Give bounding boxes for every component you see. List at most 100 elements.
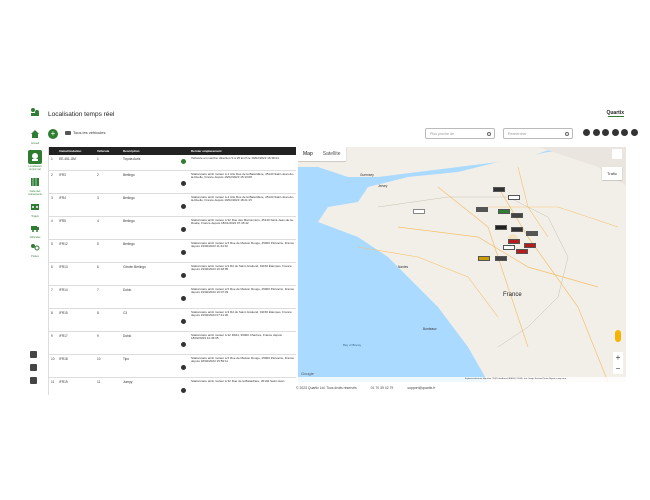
map-vehicle-marker[interactable]	[495, 256, 507, 261]
parked-status-icon	[180, 387, 186, 393]
row-description: Citroën Berlingo	[121, 262, 177, 286]
table-row[interactable]: 7 IFR14 7 Doblo Stationnaire arrêt moteur à …	[49, 285, 296, 309]
row-vehicle: 2	[95, 170, 121, 194]
settings-icon[interactable]	[30, 377, 37, 384]
row-status	[177, 377, 189, 395]
row-index: 11	[49, 377, 57, 395]
map-view[interactable]: Map Satellite Trafic + − Guernsey Jersey…	[298, 147, 626, 382]
row-status	[177, 354, 189, 378]
col-header-index[interactable]	[49, 147, 57, 155]
row-index: 3	[49, 193, 57, 217]
sidebar-item-vehicules[interactable]: Véhicules	[26, 221, 44, 239]
table-row[interactable]: 5 IFR12 5 Berlingo Stationnaire arrêt moteur…	[49, 239, 296, 263]
map-vehicle-marker[interactable]	[511, 227, 523, 232]
row-index: 2	[49, 170, 57, 194]
add-button[interactable]: +	[48, 129, 58, 139]
fullscreen-button[interactable]	[612, 149, 622, 159]
row-status	[177, 262, 189, 286]
map-vehicle-marker[interactable]	[413, 209, 425, 214]
row-plate: IFR14	[57, 285, 95, 309]
sidebar-item-accueil[interactable]: Accueil	[26, 127, 44, 145]
row-description: Berlingo	[121, 170, 177, 194]
export-icon[interactable]	[592, 129, 600, 136]
email-icon[interactable]	[621, 129, 628, 136]
row-location: Véhicule en marche: direction S à 25 km/…	[189, 155, 296, 171]
sidebar-item-postes[interactable]: Postes	[26, 240, 44, 258]
table-row[interactable]: 2 IFR3 2 Berlingo Stationnaire arrêt moteur …	[49, 170, 296, 194]
map-vehicle-marker[interactable]	[498, 209, 510, 214]
map-vehicle-marker[interactable]	[516, 249, 528, 254]
col-header-description[interactable]: Description	[121, 147, 177, 155]
map-vehicle-marker[interactable]	[511, 213, 523, 218]
map-vehicle-marker[interactable]	[503, 245, 515, 250]
sidebar-item-trajets[interactable]: Trajets	[26, 200, 44, 218]
sidebar-item-carte[interactable]: Carte des événements	[26, 175, 44, 196]
copyright-text: © 2023 Quartix Ltd. Tous droits réservés	[296, 386, 357, 390]
map-label-biscay: Bay of Biscay	[343, 343, 362, 347]
search-icon	[565, 132, 569, 136]
col-header-status[interactable]	[177, 147, 189, 155]
map-vehicle-marker[interactable]	[478, 256, 490, 261]
location-icon	[28, 150, 42, 164]
traffic-button[interactable]: Trafic	[602, 167, 622, 180]
app-window: Accueil Localisation temps réel Carte de…	[26, 105, 638, 395]
vehicle-filter[interactable]: Tous les véhicules	[65, 130, 105, 135]
nearest-search-input[interactable]: Plus proche de	[425, 128, 495, 139]
map-vehicle-marker[interactable]	[495, 225, 507, 230]
row-vehicle: 6	[95, 262, 121, 286]
vehicles-icon	[65, 130, 71, 135]
table-row[interactable]: 4 IFR5 4 Berlingo Stationnaire arrêt moteur …	[49, 216, 296, 240]
poi-icon	[28, 240, 42, 254]
help-icon[interactable]	[630, 129, 638, 136]
row-plate: IFR5	[57, 216, 95, 240]
row-description: Doblo	[121, 285, 177, 309]
sidebar-item-localisation[interactable]: Localisation temps réel	[26, 150, 44, 171]
search-input[interactable]: Rechercher	[503, 128, 573, 139]
table-row[interactable]: 3 IFR4 3 Berlingo Stationnaire arrêt moteur …	[49, 193, 296, 217]
table-row[interactable]: 1 EE-451-GM 1 Toyota Auris Véhicule en march…	[49, 155, 296, 171]
book-icon[interactable]	[30, 364, 37, 371]
col-header-vehicle[interactable]: Véhicule	[95, 147, 121, 155]
refresh-icon[interactable]	[583, 129, 590, 136]
phone-link[interactable]: 01 70 39 42 79	[371, 386, 394, 390]
columns-icon[interactable]	[611, 129, 619, 136]
table-row[interactable]: 10 IFR18 10 Tipo Stationnaire arrêt moteur à…	[49, 354, 296, 378]
map-vehicle-marker[interactable]	[526, 231, 538, 236]
map-vehicle-marker[interactable]	[524, 243, 536, 248]
table-row[interactable]: 6 IFR13 6 Citroën Berlingo Stationnaire arrê…	[49, 262, 296, 286]
map-vehicle-marker[interactable]	[508, 195, 520, 200]
row-description: Tipo	[121, 354, 177, 378]
map-vehicle-marker[interactable]	[508, 239, 520, 244]
row-plate: IFR18	[57, 354, 95, 378]
sidebar-item-logo[interactable]	[26, 105, 44, 119]
email-link[interactable]: support@quartix.fr	[407, 386, 435, 390]
page-footer: © 2023 Quartix Ltd. Tous droits réservés…	[296, 386, 435, 390]
street-view-pegman-icon[interactable]	[615, 330, 621, 342]
row-location: Stationnaire arrêt moteur à 5 Rue de Mai…	[189, 239, 296, 263]
user-icon[interactable]	[30, 351, 37, 358]
row-index: 8	[49, 308, 57, 332]
zoom-out-button[interactable]: −	[613, 363, 623, 374]
table-header: Immatriculation Véhicule Description Der…	[49, 147, 296, 155]
map-vehicle-marker[interactable]	[476, 207, 488, 212]
print-icon[interactable]	[602, 129, 609, 136]
map-label-jersey: Jersey	[378, 184, 388, 188]
table-row[interactable]: 8 IFR15 8 C3 Stationnaire arrêt moteur à 9 R…	[49, 308, 296, 332]
tab-map[interactable]: Map	[298, 147, 318, 161]
toolbar-icon-group	[583, 129, 638, 136]
row-status	[177, 170, 189, 194]
row-description: Berlingo	[121, 216, 177, 240]
zoom-in-button[interactable]: +	[613, 352, 623, 363]
col-header-plate[interactable]: Immatriculation	[57, 147, 95, 155]
row-vehicle: 8	[95, 308, 121, 332]
parked-status-icon	[180, 226, 186, 232]
table-row[interactable]: 9 IFR17 9 Doblo Stationnaire arrêt moteur à …	[49, 331, 296, 355]
tab-satellite[interactable]: Satellite	[318, 147, 346, 161]
table-row[interactable]: 11 IFR19 11 Jumpy Stationnaire arrêt moteur …	[49, 377, 296, 395]
map-vehicle-marker[interactable]	[493, 187, 505, 192]
row-location: Stationnaire arrêt moteur à 5 Rue de Mai…	[189, 285, 296, 309]
col-header-location[interactable]: Dernier emplacement	[189, 147, 296, 155]
row-plate: IFR17	[57, 331, 95, 355]
vehicle-table: Immatriculation Véhicule Description Der…	[48, 147, 296, 395]
zoom-controls: + −	[613, 352, 623, 374]
